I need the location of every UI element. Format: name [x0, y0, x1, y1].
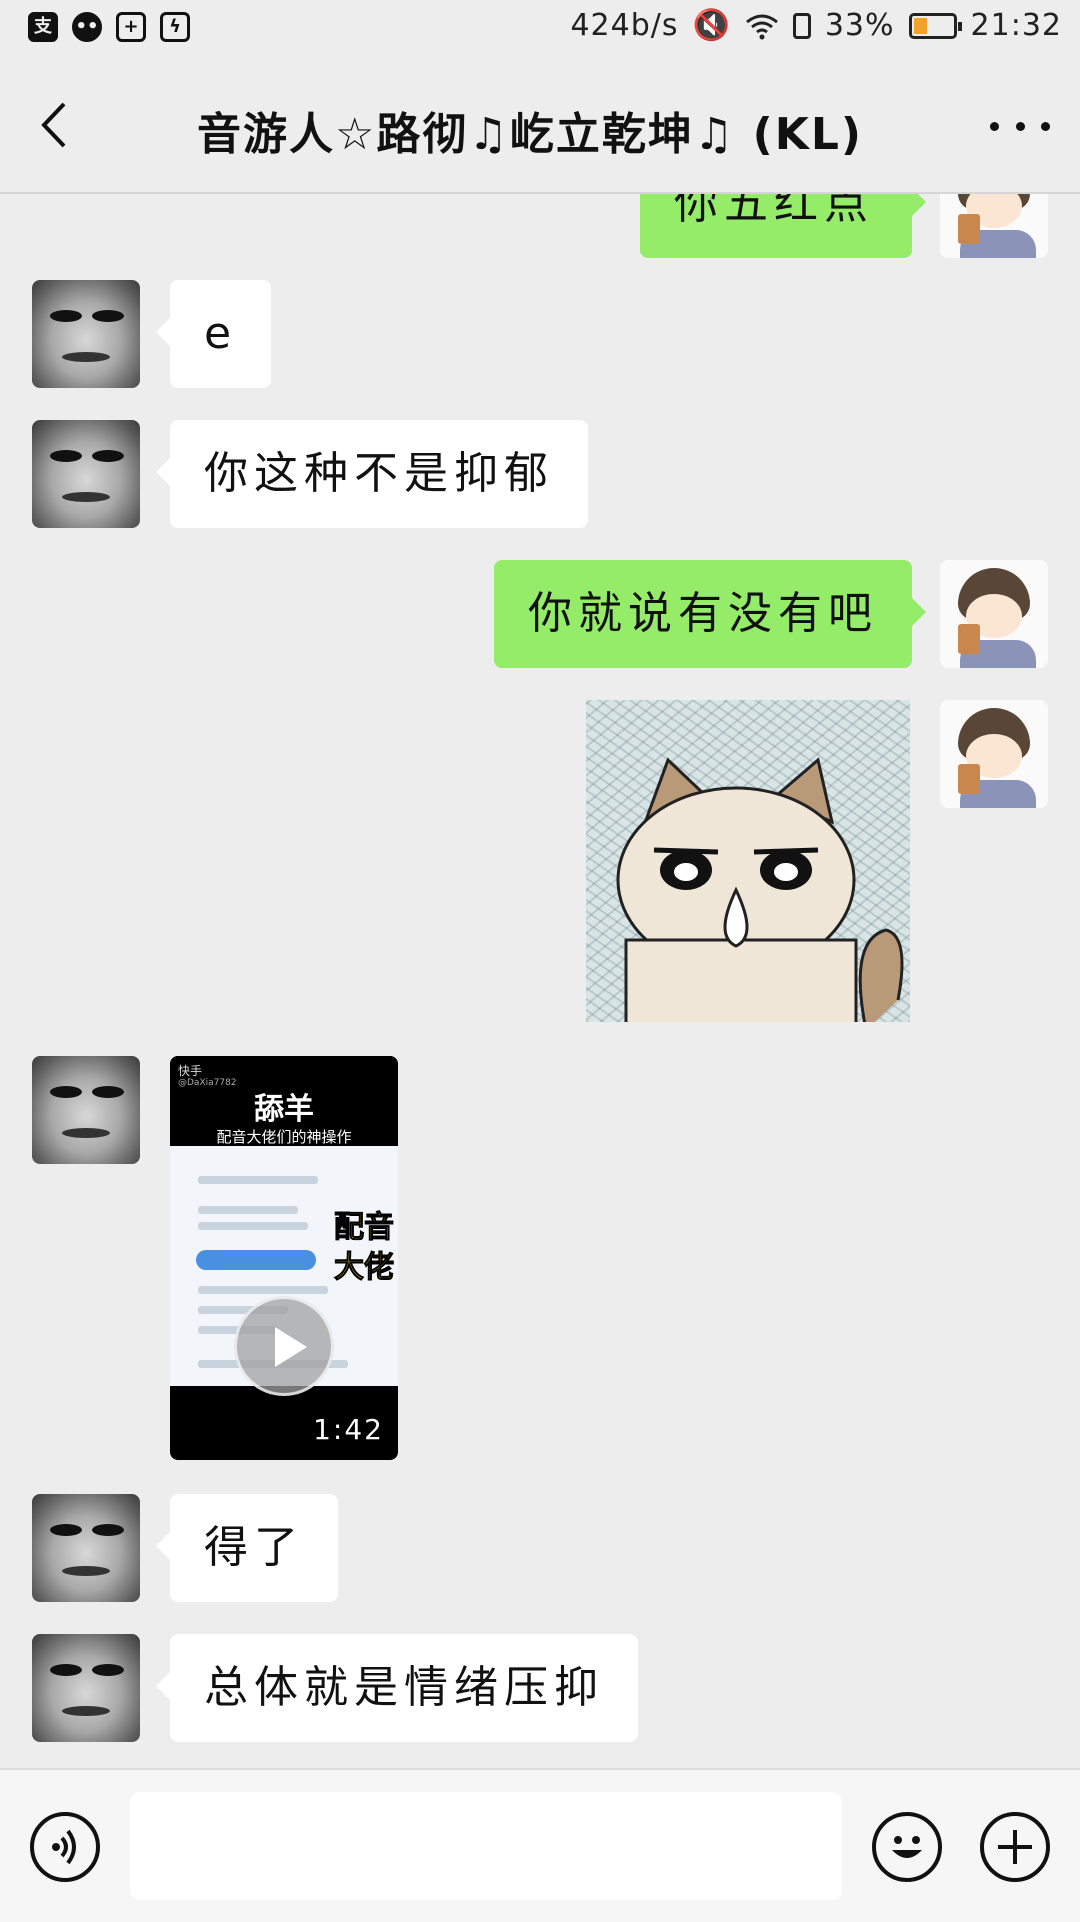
status-left-icons: 支 •• + ϟ: [28, 12, 190, 42]
plus-icon: [998, 1830, 1032, 1864]
my-avatar[interactable]: [940, 700, 1048, 808]
emoji-button[interactable]: [872, 1812, 942, 1882]
sim-plus-icon: +: [116, 12, 146, 42]
more-button[interactable]: [990, 114, 1050, 138]
input-bar: [0, 1768, 1080, 1922]
message-bubble-in[interactable]: e: [155, 280, 272, 388]
phone-icon: [792, 12, 811, 39]
emoji-icon: [892, 1836, 922, 1858]
clock: 21:32: [970, 8, 1062, 43]
message-bubble-out[interactable]: 你五红点: [640, 194, 926, 258]
video-brand: 快手: [178, 1064, 203, 1078]
video-duration: 1:42: [313, 1413, 384, 1446]
video-overlay-text: 配音大佬: [334, 1210, 395, 1286]
video-thumbnail-header: 快手 @DaXia7782 舔羊 配音大佬们的神操作: [170, 1056, 398, 1146]
message-bubble-in[interactable]: 总体就是情绪压抑: [156, 1634, 638, 1742]
battery-percent: 33%: [824, 8, 895, 43]
battery-icon: [908, 12, 962, 39]
play-button[interactable]: [234, 1296, 334, 1396]
friend-avatar[interactable]: [32, 420, 140, 528]
message-bubble-in[interactable]: 得了: [156, 1494, 338, 1602]
back-button[interactable]: [32, 100, 82, 150]
cat-sticker[interactable]: [586, 700, 910, 1022]
chat-title: 音游人☆路彻♫屹立乾坤♫ (KL): [196, 109, 863, 160]
chevron-left-icon: [41, 102, 66, 148]
chat-header: 音游人☆路彻♫屹立乾坤♫ (KL): [0, 62, 1080, 194]
net-speed: 424b/s: [570, 8, 679, 43]
status-right: 424b/s 🔇 33% 21:32: [570, 8, 1062, 43]
wifi-icon: [745, 14, 778, 39]
mute-icon: 🔇: [692, 8, 731, 43]
message-list[interactable]: 你五红点 e 你这种不是抑郁 你就说有没有吧 快手 @DaXia7782 舔羊 …: [0, 194, 1080, 1768]
friend-avatar[interactable]: [32, 1056, 140, 1164]
more-functions-button[interactable]: [980, 1812, 1050, 1882]
alipay-icon: 支: [28, 12, 58, 42]
video-title: 舔羊: [254, 1092, 314, 1127]
friend-avatar[interactable]: [32, 1634, 140, 1742]
voice-icon: [52, 1829, 76, 1865]
friend-avatar[interactable]: [32, 1494, 140, 1602]
my-avatar[interactable]: [940, 194, 1048, 258]
status-bar: 支 •• + ϟ 424b/s 🔇 33% 21:32: [0, 0, 1080, 62]
video-message[interactable]: 快手 @DaXia7782 舔羊 配音大佬们的神操作 配音大佬 1:42: [170, 1056, 398, 1460]
wechat-icon: ••: [72, 12, 102, 42]
my-avatar[interactable]: [940, 560, 1048, 668]
voice-button[interactable]: [30, 1812, 100, 1882]
friend-avatar[interactable]: [32, 280, 140, 388]
cat-sticker-drawing: [616, 757, 904, 1022]
video-subtitle: 配音大佬们的神操作: [216, 1128, 352, 1146]
message-bubble-out[interactable]: 你就说有没有吧: [494, 560, 926, 668]
more-dots-icon: [990, 121, 999, 131]
message-bubble-in[interactable]: 你这种不是抑郁: [156, 420, 588, 528]
video-thumbnail-body: 配音大佬: [170, 1146, 398, 1396]
message-input[interactable]: [130, 1792, 842, 1900]
battery-saver-icon: ϟ: [160, 12, 190, 42]
